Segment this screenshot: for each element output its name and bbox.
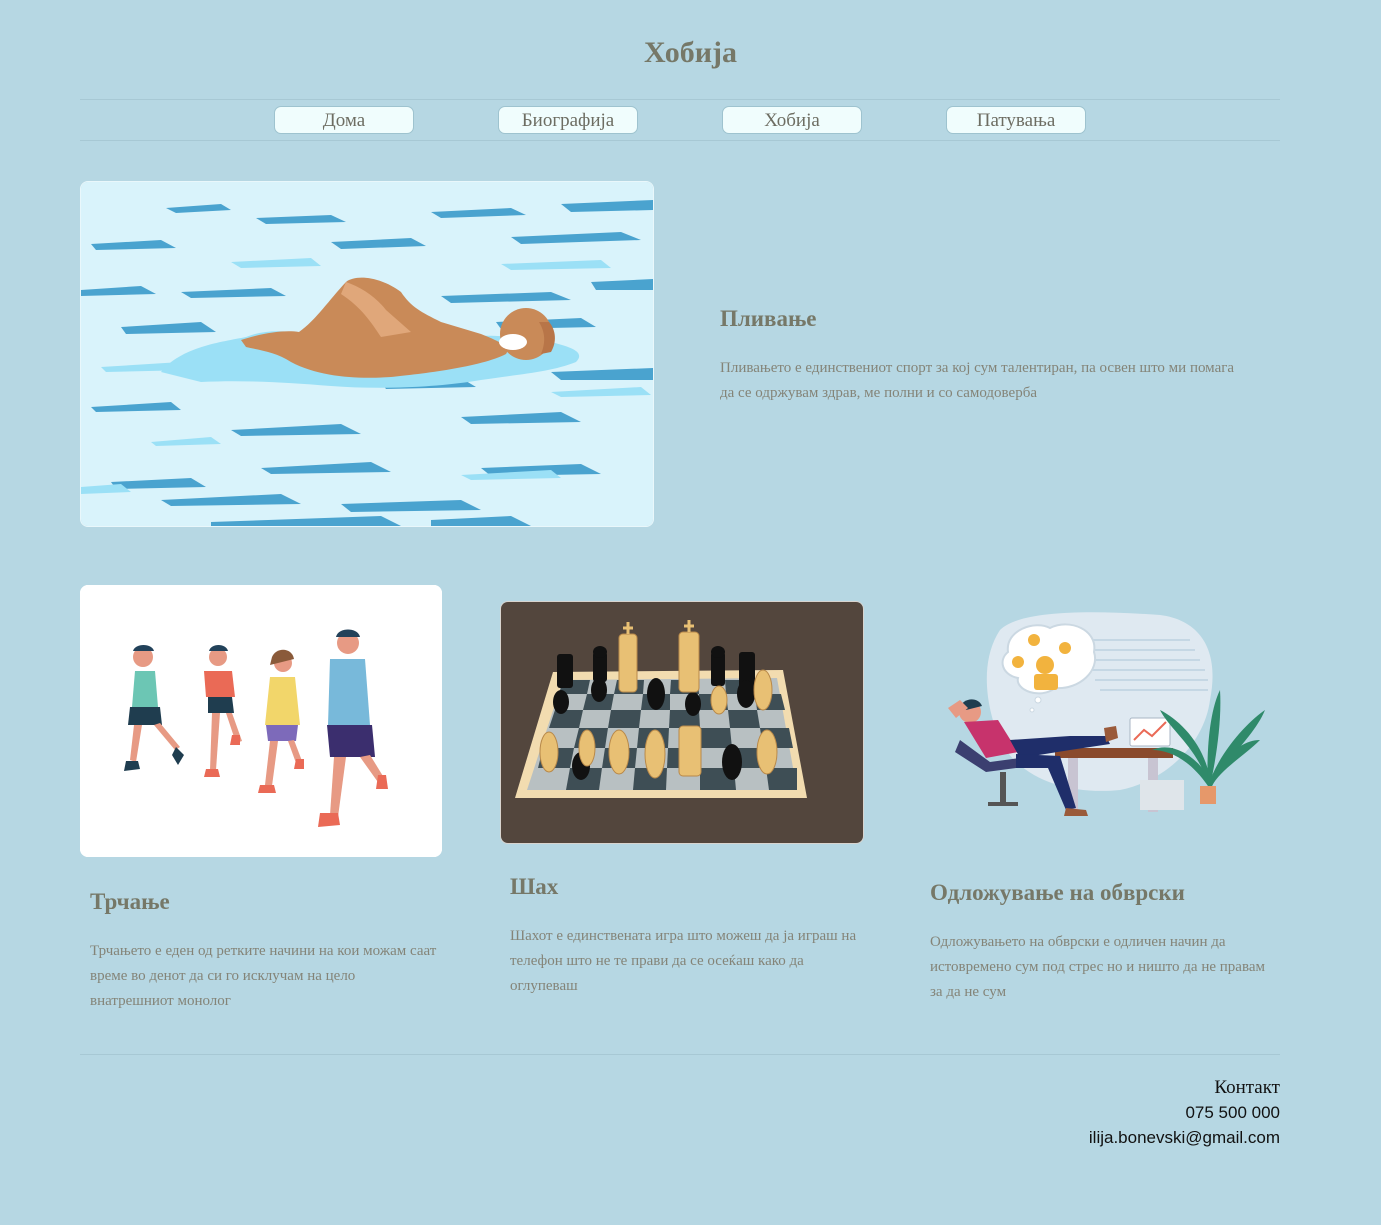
- chess-image: [500, 601, 864, 844]
- nav-travels-button[interactable]: Патувања: [946, 106, 1086, 134]
- contact-email[interactable]: ilija.bonevski@gmail.com: [1089, 1125, 1280, 1150]
- swimming-image: [80, 181, 654, 527]
- footer-contact: Контакт 075 500 000 ilija.bonevski@gmail…: [1089, 1076, 1280, 1150]
- hobby-text-procrastination: Одложувањето на обврски е одличен начин …: [930, 934, 1265, 1000]
- hobby-title-chess: Шах: [510, 874, 559, 899]
- hobby-text-chess: Шахот е единствената игра што можеш да ј…: [510, 928, 857, 994]
- procrastination-image: [920, 590, 1282, 835]
- hobby-text-running: Трчањето е еден од ретките начини на кои…: [90, 943, 437, 1009]
- nav-biography-button[interactable]: Биографија: [498, 106, 638, 134]
- header-bottom-divider: [80, 140, 1280, 141]
- page-title: Хобија: [643, 36, 738, 69]
- hobby-title-running: Трчање: [90, 889, 170, 914]
- header-top-divider: [80, 99, 1280, 100]
- contact-phone: 075 500 000: [1185, 1103, 1280, 1122]
- hobby-text-swimming: Пливањето е единствениот спорт за кој су…: [720, 360, 1235, 401]
- main-nav: Дома Биографија Хобија Патувања: [0, 106, 1381, 134]
- footer-divider: [80, 1054, 1280, 1055]
- hobby-title-procrastination: Одложување на обврски: [930, 880, 1185, 905]
- running-image: [80, 585, 442, 857]
- nav-home-button[interactable]: Дома: [274, 106, 414, 134]
- hobby-title-swimming: Пливање: [720, 306, 817, 331]
- contact-title: Контакт: [1214, 1077, 1280, 1098]
- nav-hobbies-button[interactable]: Хобија: [722, 106, 862, 134]
